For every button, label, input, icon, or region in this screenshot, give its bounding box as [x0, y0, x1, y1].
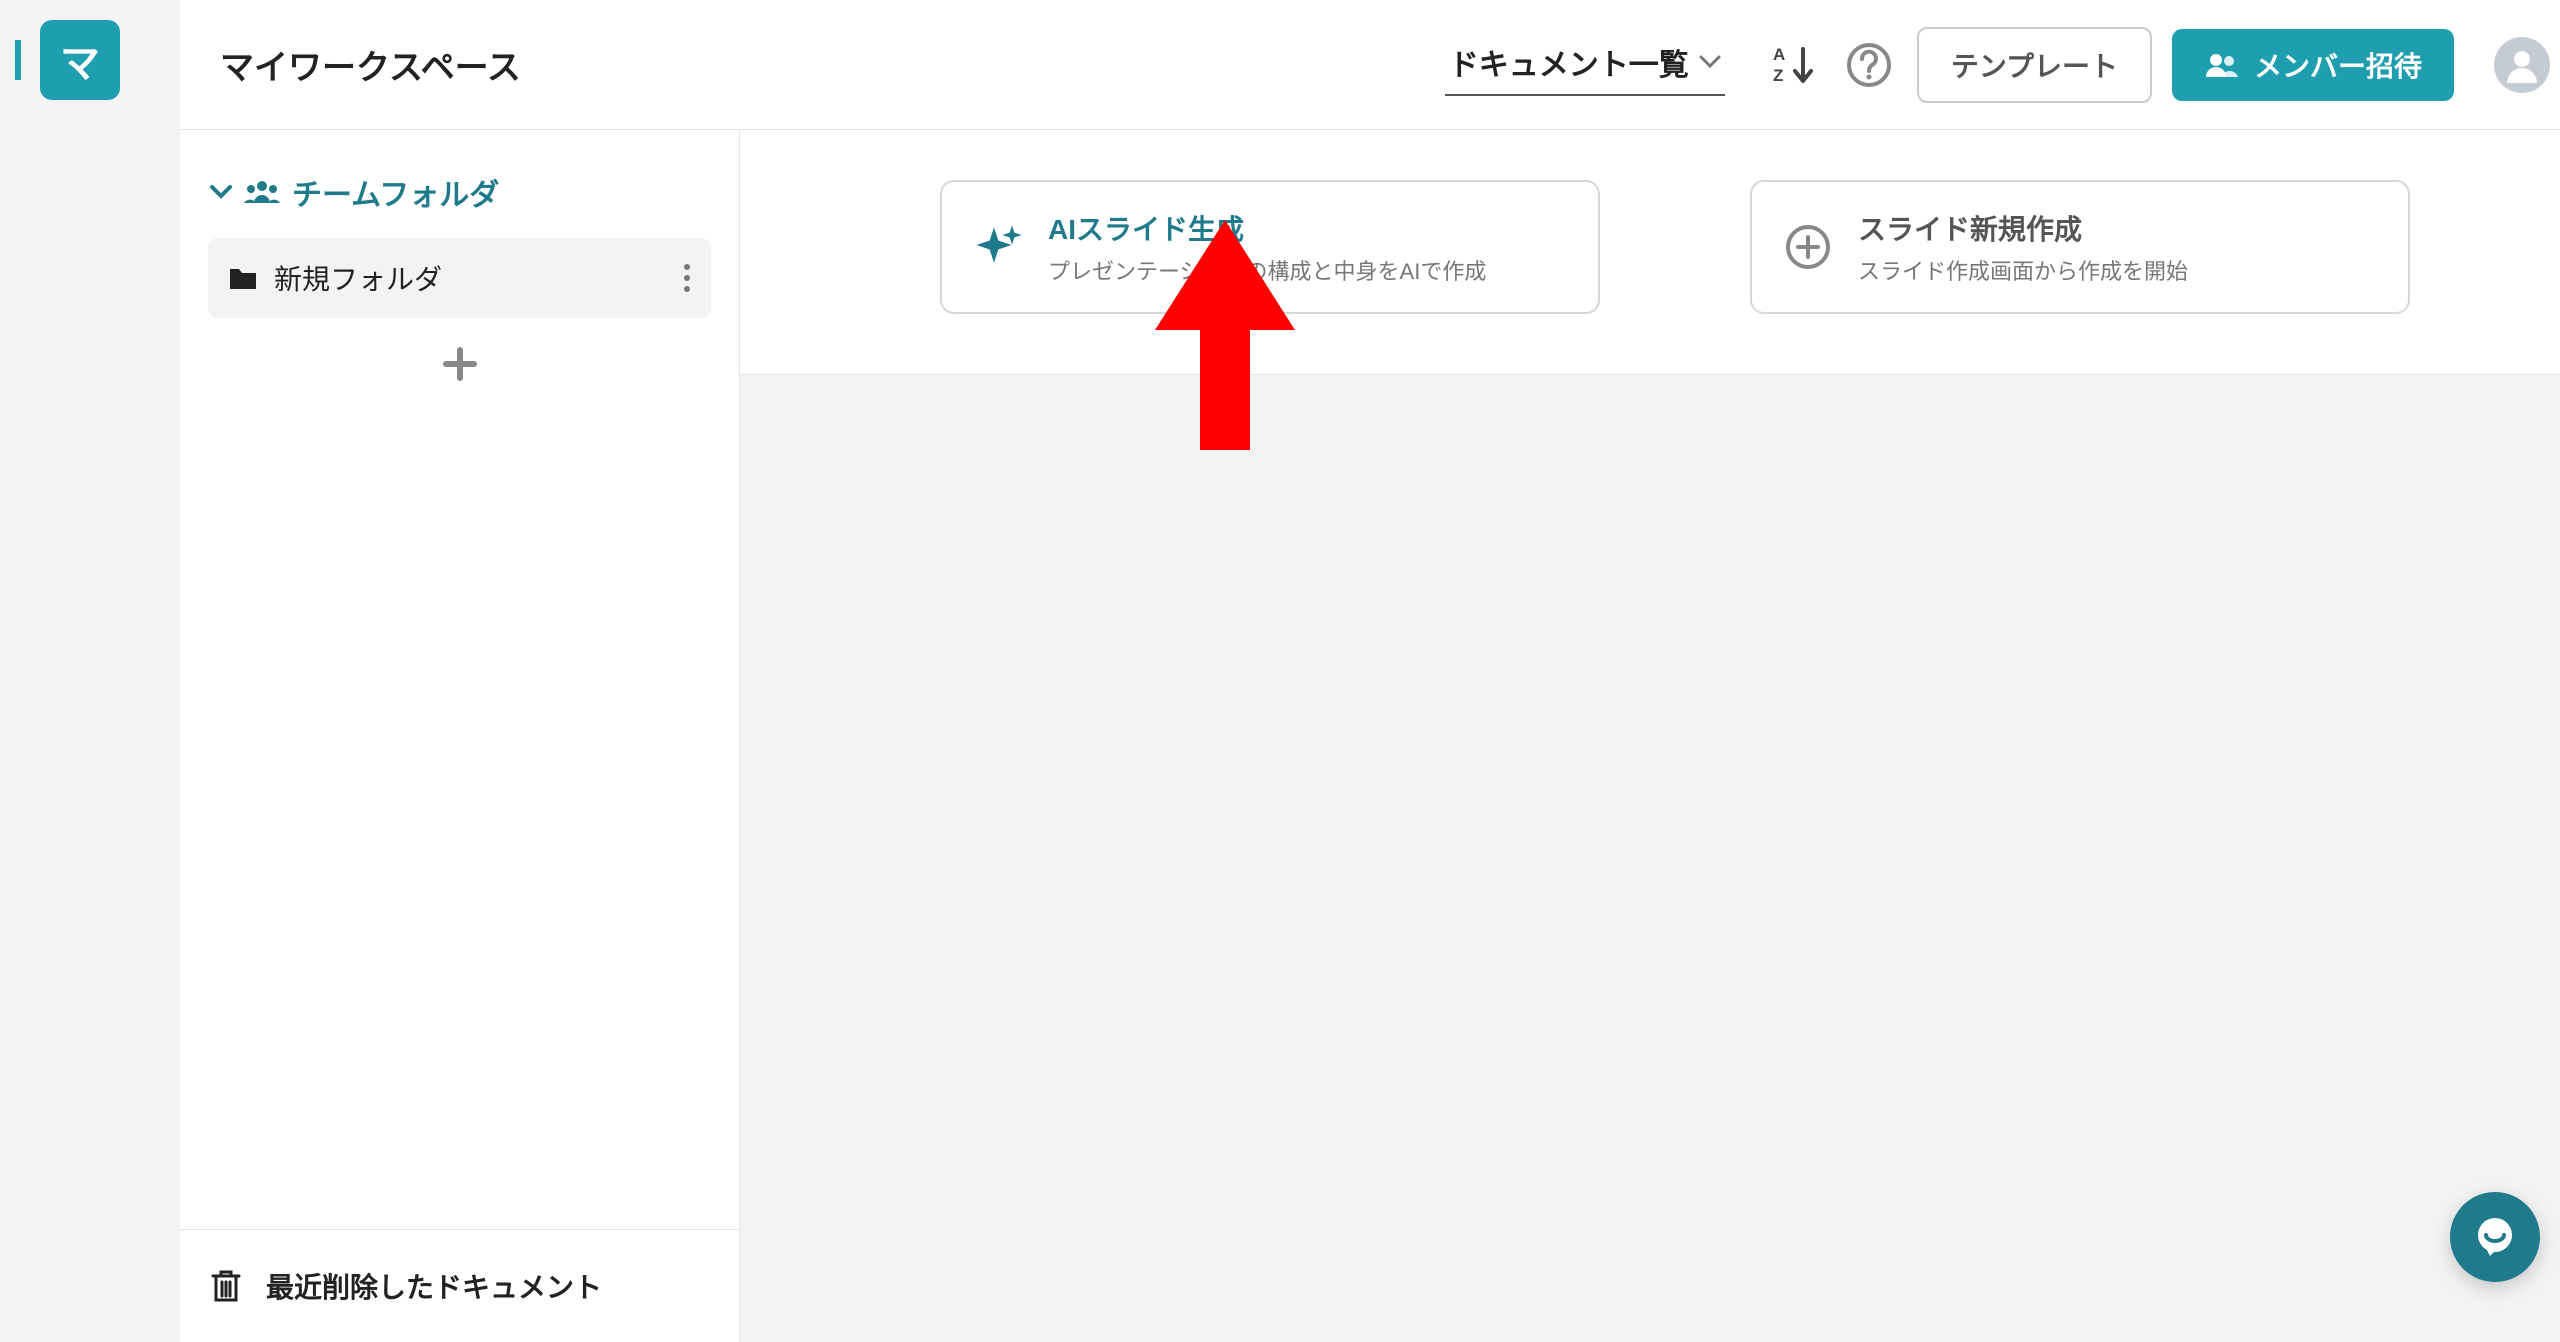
plus-circle-icon	[1784, 223, 1832, 271]
chat-fab[interactable]	[2450, 1192, 2540, 1282]
template-button[interactable]: テンプレート	[1917, 27, 2152, 103]
new-slide-subtitle: スライド作成画面から作成を開始	[1858, 254, 2188, 286]
help-button[interactable]	[1841, 37, 1897, 93]
people-icon	[2204, 51, 2240, 79]
trash-icon	[210, 1268, 242, 1304]
user-avatar[interactable]	[2494, 37, 2550, 93]
sidebar: チームフォルダ 新規フォルダ	[180, 130, 740, 1342]
chevron-down-icon	[210, 185, 232, 199]
help-icon	[1845, 41, 1893, 89]
ai-slide-generate-card[interactable]: AIスライド生成 プレゼンテーションの構成と中身をAIで作成	[940, 180, 1600, 314]
sparkle-icon	[974, 223, 1022, 271]
svg-text:A: A	[1773, 45, 1785, 64]
folder-menu-button[interactable]	[683, 263, 691, 293]
team-folder-label: チームフォルダ	[292, 170, 499, 214]
sort-button[interactable]: A Z	[1765, 37, 1821, 93]
top-bar: マイワークスペース ドキュメント一覧 A Z	[180, 0, 2560, 130]
folder-item[interactable]: 新規フォルダ	[208, 238, 711, 318]
team-folder-header[interactable]: チームフォルダ	[180, 170, 739, 238]
folder-name: 新規フォルダ	[274, 258, 667, 298]
workspace-rail: マ	[0, 0, 180, 1342]
chat-icon	[2470, 1212, 2520, 1262]
sort-az-icon: A Z	[1771, 43, 1815, 87]
new-slide-card[interactable]: スライド新規作成 スライド作成画面から作成を開始	[1750, 180, 2410, 314]
invite-member-button[interactable]: メンバー招待	[2172, 29, 2454, 101]
main-canvas: AIスライド生成 プレゼンテーションの構成と中身をAIで作成 スラ	[740, 130, 2560, 1342]
new-slide-title: スライド新規作成	[1858, 208, 2188, 248]
create-cards-band: AIスライド生成 プレゼンテーションの構成と中身をAIで作成 スラ	[740, 130, 2560, 375]
svg-text:Z: Z	[1773, 66, 1783, 85]
folder-icon	[228, 265, 258, 291]
recently-deleted-label: 最近削除したドキュメント	[266, 1266, 602, 1306]
kebab-icon	[683, 263, 691, 293]
workspace-badge[interactable]: マ	[40, 20, 120, 100]
view-dropdown-label: ドキュメント一覧	[1449, 40, 1689, 84]
add-folder-button[interactable]	[180, 346, 739, 382]
ai-card-subtitle: プレゼンテーションの構成と中身をAIで作成	[1048, 254, 1486, 286]
team-icon	[244, 179, 280, 205]
avatar-icon	[2502, 45, 2542, 85]
view-dropdown[interactable]: ドキュメント一覧	[1445, 34, 1725, 96]
chevron-down-icon	[1699, 55, 1721, 69]
invite-button-label: メンバー招待	[2254, 45, 2422, 85]
ai-card-title: AIスライド生成	[1048, 208, 1486, 248]
workspace-title: マイワークスペース	[220, 40, 521, 89]
template-button-label: テンプレート	[1951, 51, 2118, 82]
plus-icon	[442, 346, 478, 382]
workspace-badge-letter: マ	[60, 31, 100, 89]
recently-deleted[interactable]: 最近削除したドキュメント	[180, 1229, 739, 1342]
